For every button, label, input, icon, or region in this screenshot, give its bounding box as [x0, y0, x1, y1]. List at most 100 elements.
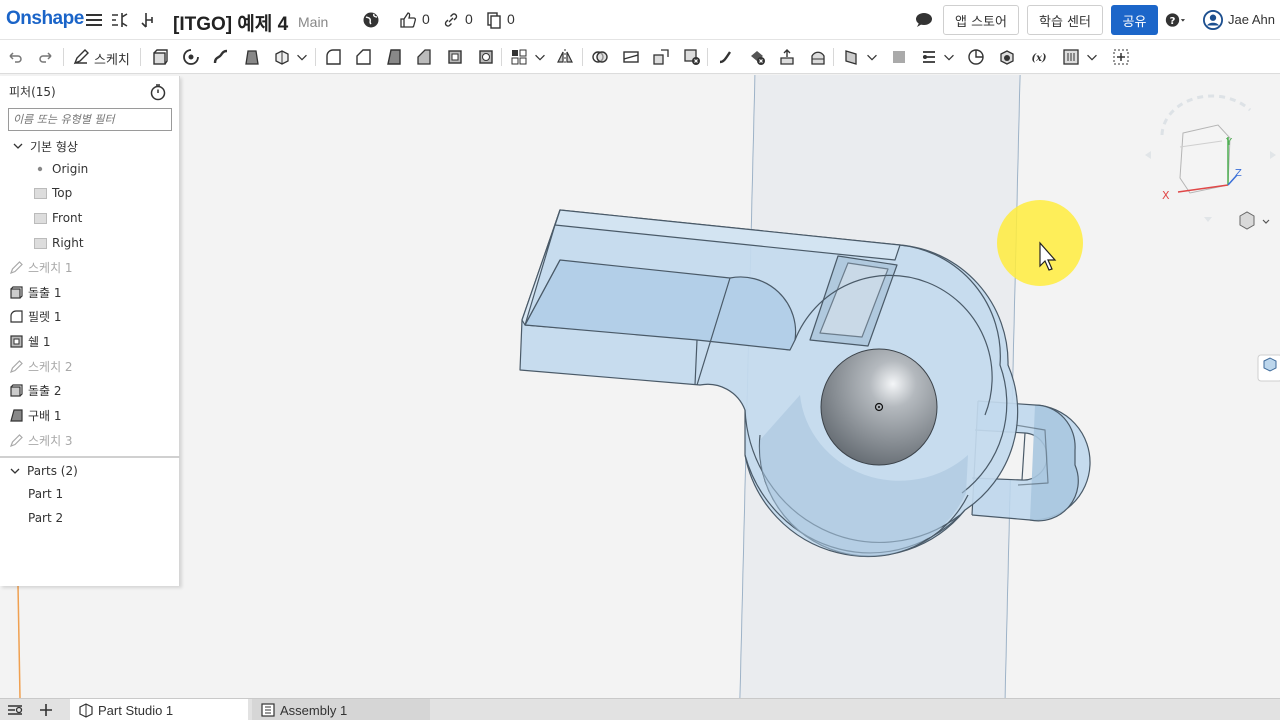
fillet-icon[interactable] — [322, 46, 344, 68]
move-face-icon[interactable] — [776, 46, 798, 68]
tree-item-label: Right — [52, 236, 84, 250]
mirror-icon[interactable] — [554, 46, 576, 68]
feature-shell-1[interactable]: 쉘 1 — [9, 330, 51, 352]
user-avatar-icon[interactable] — [1203, 10, 1223, 30]
toolbar-separator — [315, 48, 316, 66]
comment-icon[interactable] — [914, 10, 934, 30]
sketch-icon[interactable] — [70, 46, 92, 68]
chevron-down-icon[interactable] — [1084, 46, 1100, 68]
plane-icon[interactable] — [840, 46, 862, 68]
tab-assembly-1[interactable]: Assembly 1 — [252, 699, 430, 720]
tab-label: Part Studio 1 — [98, 702, 174, 718]
helix-icon[interactable] — [918, 46, 940, 68]
tab-manager-icon[interactable] — [6, 699, 24, 720]
tree-item-label: Origin — [52, 162, 89, 176]
modify-fillet-icon[interactable] — [715, 46, 737, 68]
revolve-icon[interactable] — [180, 46, 202, 68]
copy-icon[interactable] — [484, 10, 504, 30]
transform-icon[interactable] — [650, 46, 672, 68]
boolean-icon[interactable] — [589, 46, 611, 68]
plane-icon — [33, 236, 47, 250]
loft-icon[interactable] — [241, 46, 263, 68]
fillet-icon — [9, 309, 23, 323]
globe-icon[interactable] — [361, 10, 381, 30]
plane-icon — [33, 211, 47, 225]
rib-icon[interactable] — [413, 46, 435, 68]
toolbar-separator — [707, 48, 708, 66]
sketch-icon — [9, 433, 23, 447]
feature-label: 스케치 1 — [28, 260, 73, 275]
chevron-down-icon[interactable] — [11, 139, 25, 153]
like-icon[interactable] — [398, 10, 418, 30]
delete-part-icon[interactable] — [681, 46, 703, 68]
parts-group[interactable]: Parts (2) — [8, 460, 78, 482]
redo-icon[interactable] — [35, 46, 57, 68]
rollback-timer-icon[interactable] — [148, 82, 168, 102]
variable-icon[interactable]: (x) — [1026, 46, 1052, 68]
default-geometry-group[interactable]: 기본 형상 — [11, 135, 78, 157]
split-icon[interactable] — [620, 46, 642, 68]
help-icon[interactable]: ? — [1165, 10, 1185, 30]
undo-icon[interactable] — [4, 46, 26, 68]
feature-sketch-2[interactable]: 스케치 2 — [9, 355, 73, 377]
feature-extrude-2[interactable]: 돌출 2 — [9, 379, 62, 401]
tree-item-origin[interactable]: Origin — [33, 158, 88, 180]
chevron-down-icon[interactable] — [941, 46, 957, 68]
model-canvas[interactable]: X Y Z — [0, 74, 1280, 699]
chevron-down-icon[interactable] — [8, 464, 22, 478]
feature-sketch-1[interactable]: 스케치 1 — [9, 256, 73, 278]
section-view-icon[interactable] — [996, 46, 1018, 68]
draft-icon[interactable] — [383, 46, 405, 68]
feature-fillet-1[interactable]: 필렛 1 — [9, 305, 62, 327]
chamfer-icon[interactable] — [352, 46, 374, 68]
version-history-icon[interactable] — [110, 10, 130, 30]
thicken-icon[interactable] — [271, 46, 293, 68]
mate-connector-icon[interactable] — [888, 46, 910, 68]
hole-icon[interactable] — [475, 46, 497, 68]
sweep-icon[interactable] — [210, 46, 232, 68]
feature-filter-input[interactable] — [8, 108, 172, 131]
view-cube[interactable]: X Y Z — [1145, 94, 1276, 222]
tree-item-right[interactable]: Right — [33, 232, 84, 254]
replace-face-icon[interactable] — [807, 46, 829, 68]
tab-part-studio-1[interactable]: Part Studio 1 — [70, 699, 248, 720]
chevron-down-icon[interactable] — [532, 46, 548, 68]
delete-face-icon[interactable] — [746, 46, 768, 68]
toolbar-separator — [833, 48, 834, 66]
parts-label: Parts (2) — [27, 464, 78, 478]
link-icon[interactable] — [441, 10, 461, 30]
feature-sketch-3[interactable]: 스케치 3 — [9, 429, 73, 451]
whistle-ball[interactable] — [820, 348, 938, 466]
branch-icon[interactable] — [139, 10, 159, 30]
part-item-1[interactable]: Part 1 — [28, 483, 63, 505]
onshape-logo[interactable]: Onshape — [6, 8, 84, 30]
hamburger-menu-icon[interactable] — [84, 10, 104, 30]
add-tab-icon[interactable] — [38, 699, 54, 720]
sketch-button[interactable]: 스케치 — [94, 49, 130, 68]
shell-icon[interactable] — [444, 46, 466, 68]
feature-extrude-1[interactable]: 돌출 1 — [9, 281, 62, 303]
part-item-2[interactable]: Part 2 — [28, 507, 63, 529]
add-custom-feature-icon[interactable] — [1110, 46, 1132, 68]
feature-label: 스케치 3 — [28, 433, 73, 448]
feature-draft-1[interactable]: 구배 1 — [9, 404, 62, 426]
share-button[interactable]: 공유 — [1111, 5, 1158, 35]
cursor-highlight — [997, 200, 1083, 286]
panel-divider[interactable] — [0, 456, 180, 458]
learning-center-button[interactable]: 학습 센터 — [1027, 5, 1103, 35]
pattern-icon[interactable] — [508, 46, 530, 68]
side-panel-toggle-icon[interactable] — [1257, 354, 1280, 382]
app-store-button[interactable]: 앱 스토어 — [943, 5, 1019, 35]
chevron-down-icon[interactable] — [294, 46, 310, 68]
user-name[interactable]: Jae Ahn — [1228, 12, 1275, 27]
measure-icon[interactable] — [965, 46, 987, 68]
custom-feature-icon[interactable] — [1060, 46, 1082, 68]
view-options-icon[interactable] — [1239, 211, 1270, 230]
copy-count: 0 — [507, 11, 515, 27]
tree-item-front[interactable]: Front — [33, 207, 82, 229]
document-title[interactable]: [ITGO] 예제 4 — [173, 9, 288, 36]
tree-item-top[interactable]: Top — [33, 182, 72, 204]
graphics-area[interactable]: X Y Z — [0, 74, 1280, 699]
chevron-down-icon[interactable] — [864, 46, 880, 68]
extrude-icon[interactable] — [149, 46, 171, 68]
